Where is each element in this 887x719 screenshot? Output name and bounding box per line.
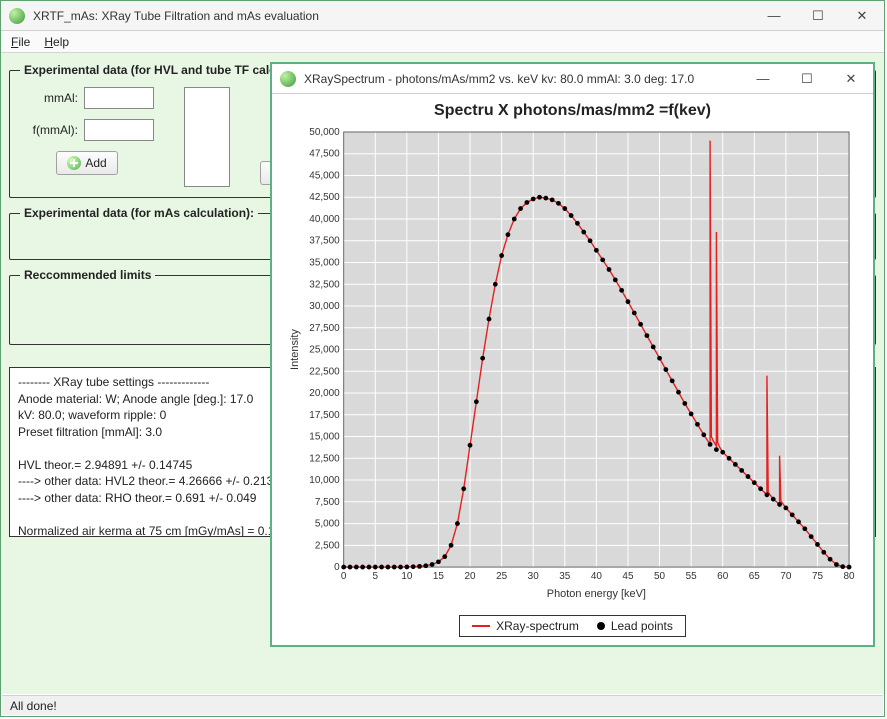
app-icon [9,8,25,24]
svg-text:20: 20 [465,571,477,582]
svg-text:25: 25 [496,571,508,582]
svg-text:0: 0 [334,562,340,573]
svg-text:32,500: 32,500 [309,279,340,290]
svg-text:37,500: 37,500 [309,236,340,247]
svg-text:7,500: 7,500 [315,497,340,508]
chart-close-button[interactable]: ✕ [829,64,873,93]
chart-titlebar: XRaySpectrum - photons/mAs/mm2 vs. keV k… [272,64,873,94]
chart-legend: XRay-spectrum Lead points [459,615,686,637]
svg-text:45,000: 45,000 [309,170,340,181]
status-text: All done! [10,699,57,713]
svg-text:0: 0 [341,571,347,582]
svg-text:5,000: 5,000 [315,519,340,530]
mmAl-label: mmAl: [20,91,78,105]
svg-text:30,000: 30,000 [309,301,340,312]
svg-text:30: 30 [528,571,540,582]
svg-text:40: 40 [591,571,603,582]
svg-text:80: 80 [844,571,856,582]
svg-text:35: 35 [559,571,571,582]
svg-text:12,500: 12,500 [309,453,340,464]
svg-text:10,000: 10,000 [309,475,340,486]
chart-window-title: XRaySpectrum - photons/mAs/mm2 vs. keV k… [302,72,741,86]
svg-text:55: 55 [686,571,698,582]
plus-icon [67,156,81,170]
fmmAl-input[interactable] [84,119,154,141]
chart-plot: 0 5 10 15 20 25 30 35 40 45 50 55 60 65 70 75 80 0 2,500 5,… [284,124,861,603]
menu-help[interactable]: Help [44,35,69,49]
svg-text:40,000: 40,000 [309,214,340,225]
minimize-button[interactable]: — [752,1,796,30]
svg-text:27,500: 27,500 [309,323,340,334]
legend-line-swatch [472,625,490,627]
svg-text:45: 45 [622,571,634,582]
chart-maximize-button[interactable]: ☐ [785,64,829,93]
svg-text:22,500: 22,500 [309,366,340,377]
mmAl-input[interactable] [84,87,154,109]
fmmAl-label: f(mmAl): [20,123,78,137]
main-titlebar: XRTF_mAs: XRay Tube Filtration and mAs e… [1,1,884,31]
chart-title: Spectru X photons/mas/mm2 =f(kev) [272,94,873,120]
menu-bar: File Help [1,31,884,53]
data-listbox[interactable] [184,87,230,187]
add-button[interactable]: Add [56,151,117,175]
svg-text:50: 50 [654,571,666,582]
svg-text:42,500: 42,500 [309,192,340,203]
svg-text:20,000: 20,000 [309,388,340,399]
svg-text:65: 65 [749,571,761,582]
svg-text:17,500: 17,500 [309,410,340,421]
add-button-label: Add [85,156,106,170]
close-button[interactable]: ✕ [840,1,884,30]
legend-series-1: Lead points [611,619,673,633]
svg-text:15: 15 [433,571,445,582]
group-legend: Experimental data (for mAs calculation): [20,206,258,220]
menu-file[interactable]: File [11,35,30,49]
svg-text:2,500: 2,500 [315,540,340,551]
svg-text:15,000: 15,000 [309,432,340,443]
chart-minimize-button[interactable]: — [741,64,785,93]
group-legend: Reccommended limits [20,268,155,282]
chart-area: Spectru X photons/mas/mm2 =f(kev) 0 5 10 15… [272,94,873,645]
maximize-button[interactable]: ☐ [796,1,840,30]
svg-text:10: 10 [401,571,413,582]
svg-text:60: 60 [717,571,729,582]
svg-text:25,000: 25,000 [309,345,340,356]
svg-text:35,000: 35,000 [309,257,340,268]
app-icon [280,71,296,87]
status-bar: All done! [2,695,883,715]
window-title: XRTF_mAs: XRay Tube Filtration and mAs e… [31,9,752,23]
svg-text:50,000: 50,000 [309,127,340,138]
svg-text:70: 70 [780,571,792,582]
svg-text:47,500: 47,500 [309,149,340,160]
svg-text:75: 75 [812,571,824,582]
svg-text:Photon energy [keV]: Photon energy [keV] [547,588,646,600]
legend-dot-swatch [597,622,605,630]
legend-series-0: XRay-spectrum [496,619,579,633]
svg-text:Intensity: Intensity [289,329,301,370]
chart-window: XRaySpectrum - photons/mAs/mm2 vs. keV k… [270,62,875,647]
svg-text:5: 5 [373,571,379,582]
